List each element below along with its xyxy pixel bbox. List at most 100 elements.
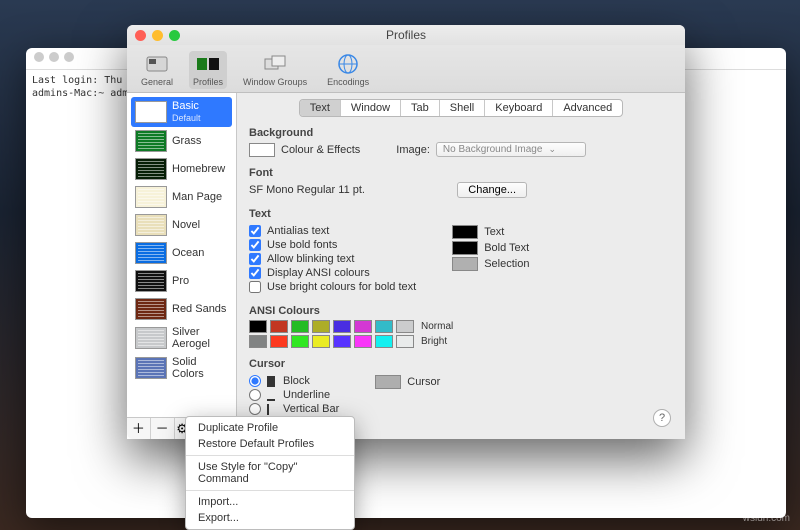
toolbar-profiles[interactable]: Profiles [189, 51, 227, 89]
profile-item[interactable]: BasicDefault [131, 97, 232, 127]
profile-sub: Default [172, 112, 201, 124]
ansi-color-well[interactable] [270, 320, 288, 333]
sidebar: BasicDefault Grass Homebrew Man Page Novel Oc… [127, 93, 237, 439]
blinking-checkbox[interactable] [249, 253, 261, 265]
profile-item[interactable]: Solid Colors [131, 353, 232, 383]
text-color-well[interactable] [452, 225, 478, 239]
zoom-icon[interactable] [169, 30, 180, 41]
tab-window[interactable]: Window [341, 100, 401, 116]
ansi-color-well[interactable] [396, 320, 414, 333]
menu-export[interactable]: Export... [186, 510, 354, 526]
ansi-color-well[interactable] [312, 320, 330, 333]
bright-bold-checkbox[interactable] [249, 281, 261, 293]
profile-name: Ocean [172, 247, 204, 259]
detail-pane: TextWindowTabShellKeyboardAdvanced Backg… [237, 93, 685, 439]
background-image-dropdown[interactable]: No Background Image [436, 142, 586, 157]
general-icon [144, 53, 170, 75]
profile-name: Solid Colors [172, 356, 228, 380]
bold-text-color-well[interactable] [452, 241, 478, 255]
ansi-row-label: Bright [421, 336, 447, 347]
profile-item[interactable]: Man Page [131, 183, 232, 211]
antialias-checkbox[interactable] [249, 225, 261, 237]
bold-fonts-checkbox[interactable] [249, 239, 261, 251]
ansi-color-well[interactable] [354, 335, 372, 348]
toolbar-encodings[interactable]: Encodings [323, 51, 373, 89]
preferences-titlebar: Profiles [127, 25, 685, 45]
profile-actions-menu: Duplicate Profile Restore Default Profil… [185, 416, 355, 530]
ansi-color-well[interactable] [249, 320, 267, 333]
font-description: SF Mono Regular 11 pt. [249, 184, 365, 196]
tab-shell[interactable]: Shell [440, 100, 485, 116]
profile-item[interactable]: Silver Aerogel [131, 323, 232, 353]
cursor-color-well[interactable] [375, 375, 401, 389]
add-profile-button[interactable]: ＋ [127, 418, 151, 439]
profiles-icon [195, 53, 221, 75]
text-heading: Text [249, 208, 673, 220]
minimize-icon[interactable] [152, 30, 163, 41]
toolbar-window-groups[interactable]: Window Groups [239, 51, 311, 89]
background-color-well[interactable] [249, 143, 275, 157]
menu-restore-defaults[interactable]: Restore Default Profiles [186, 436, 354, 452]
font-heading: Font [249, 167, 673, 179]
cursor-heading: Cursor [249, 358, 673, 370]
tab-keyboard[interactable]: Keyboard [485, 100, 553, 116]
profile-item[interactable]: Novel [131, 211, 232, 239]
profile-thumb-icon [135, 270, 167, 292]
watermark: wsidn.com [743, 513, 790, 524]
profile-thumb-icon [135, 158, 167, 180]
ansi-color-well[interactable] [375, 320, 393, 333]
profile-thumb-icon [135, 357, 167, 379]
profile-name: Novel [172, 219, 200, 231]
change-font-button[interactable]: Change... [457, 182, 527, 198]
ansi-color-well[interactable] [333, 335, 351, 348]
selection-color-well[interactable] [452, 257, 478, 271]
preferences-window: Profiles General Profiles Window Groups … [127, 25, 685, 439]
ansi-color-well[interactable] [312, 335, 330, 348]
cursor-underline-radio[interactable] [249, 389, 261, 401]
profile-thumb-icon [135, 242, 167, 264]
ansi-colours-checkbox[interactable] [249, 267, 261, 279]
profile-thumb-icon [135, 130, 167, 152]
remove-profile-button[interactable]: － [151, 418, 175, 439]
menu-use-style[interactable]: Use Style for "Copy" Command [186, 459, 354, 487]
window-title: Profiles [127, 28, 685, 42]
ansi-color-well[interactable] [291, 335, 309, 348]
menu-import[interactable]: Import... [186, 494, 354, 510]
profile-thumb-icon [135, 186, 167, 208]
ansi-color-well[interactable] [291, 320, 309, 333]
profile-name: Red Sands [172, 303, 226, 315]
ansi-row-label: Normal [421, 321, 453, 332]
image-label: Image: [396, 144, 430, 156]
toolbar-general[interactable]: General [137, 51, 177, 89]
detail-tabs: TextWindowTabShellKeyboardAdvanced [299, 99, 624, 117]
profile-thumb-icon [135, 214, 167, 236]
ansi-color-well[interactable] [249, 335, 267, 348]
profile-thumb-icon [135, 327, 167, 349]
tab-tab[interactable]: Tab [401, 100, 440, 116]
close-icon[interactable] [135, 30, 146, 41]
ansi-color-well[interactable] [270, 335, 288, 348]
ansi-color-well[interactable] [396, 335, 414, 348]
profile-name: Man Page [172, 191, 222, 203]
profile-item[interactable]: Red Sands [131, 295, 232, 323]
profile-thumb-icon [135, 101, 167, 123]
cursor-vbar-radio[interactable] [249, 403, 261, 415]
profile-item[interactable]: Homebrew [131, 155, 232, 183]
profile-item[interactable]: Grass [131, 127, 232, 155]
ansi-color-well[interactable] [333, 320, 351, 333]
tab-advanced[interactable]: Advanced [553, 100, 622, 116]
profile-name: Grass [172, 135, 201, 147]
cursor-block-radio[interactable] [249, 375, 261, 387]
profile-list[interactable]: BasicDefault Grass Homebrew Man Page Novel Oc… [127, 93, 236, 417]
profile-name: Pro [172, 275, 189, 287]
ansi-color-well[interactable] [375, 335, 393, 348]
encodings-icon [335, 53, 361, 75]
profile-item[interactable]: Pro [131, 267, 232, 295]
ansi-color-well[interactable] [354, 320, 372, 333]
tab-text[interactable]: Text [300, 100, 341, 116]
toolbar: General Profiles Window Groups Encodings [127, 45, 685, 93]
colour-effects-label: Colour & Effects [281, 144, 360, 156]
help-button[interactable]: ? [653, 409, 671, 427]
menu-duplicate[interactable]: Duplicate Profile [186, 420, 354, 436]
profile-item[interactable]: Ocean [131, 239, 232, 267]
